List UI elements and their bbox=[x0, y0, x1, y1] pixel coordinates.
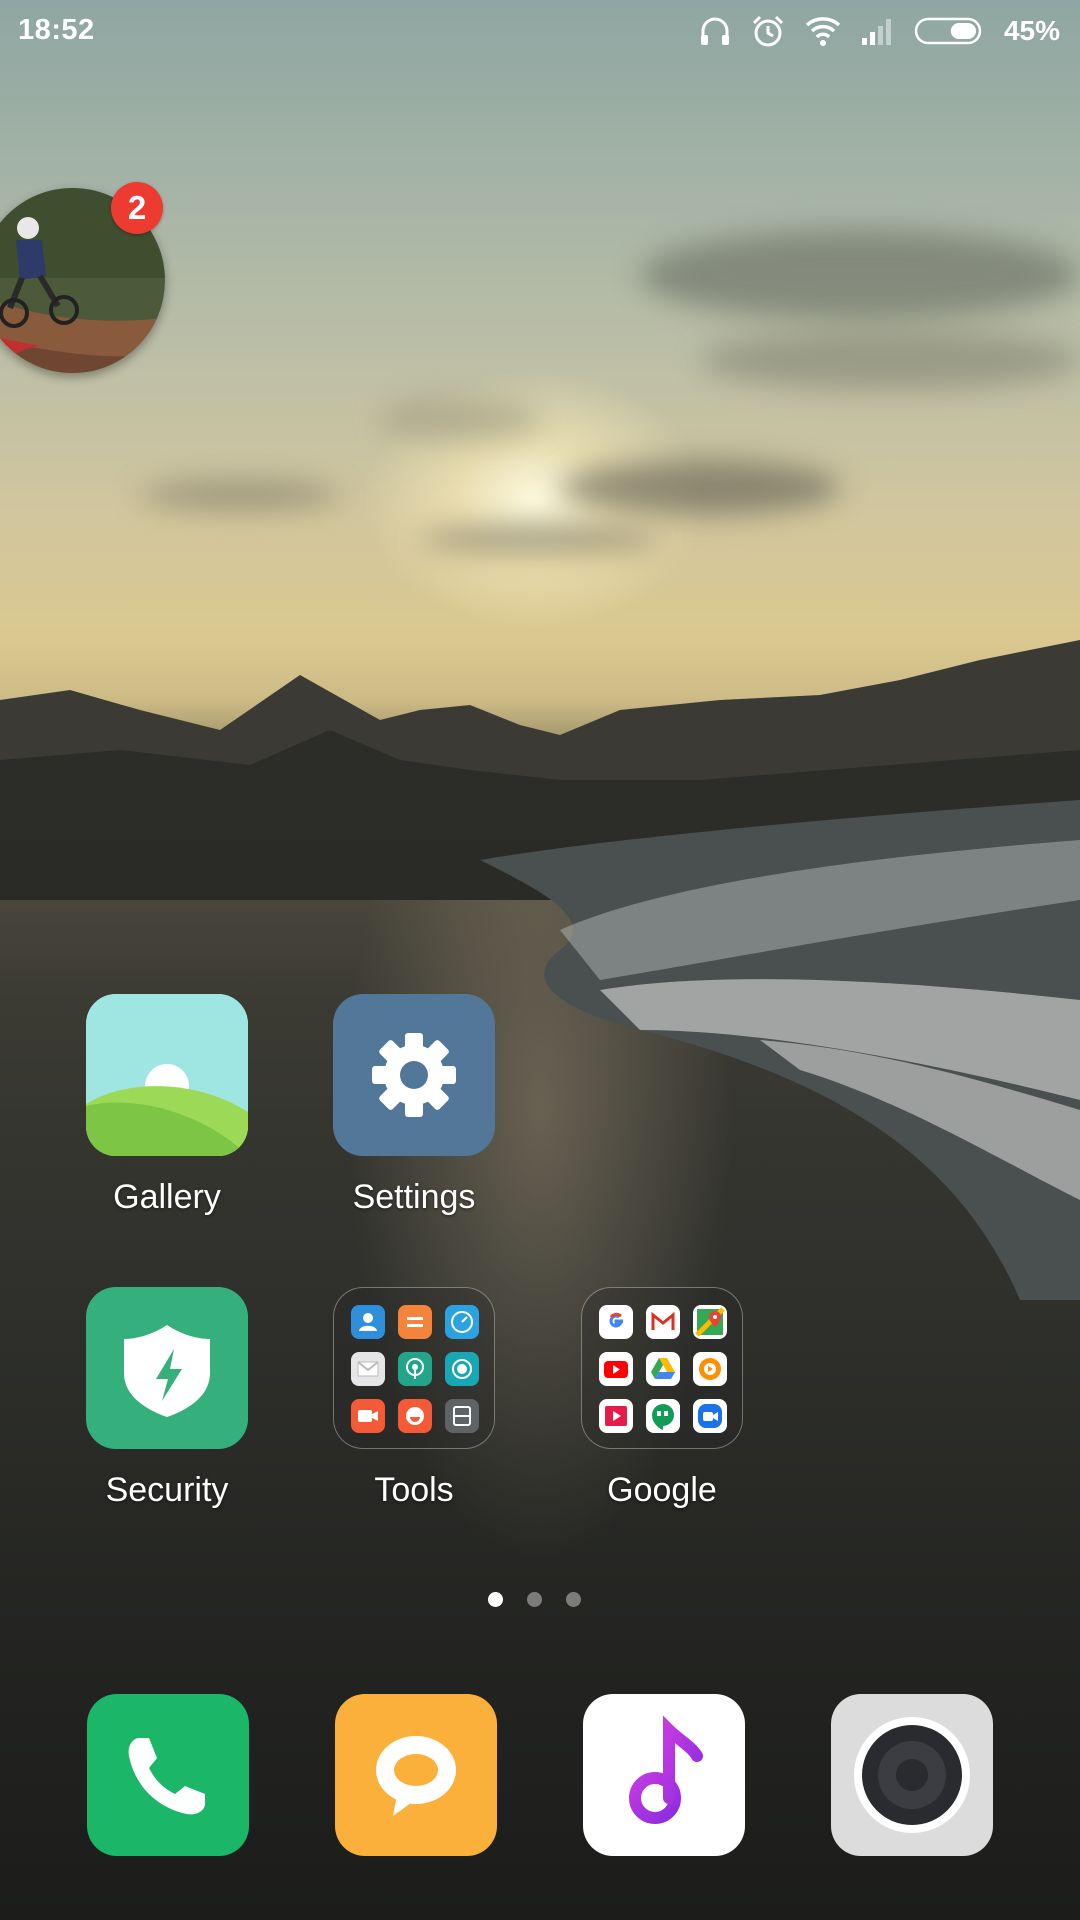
page-dot[interactable] bbox=[488, 1592, 503, 1607]
play-music-icon bbox=[693, 1352, 727, 1386]
gmail-icon bbox=[646, 1305, 680, 1339]
feedback-icon bbox=[398, 1399, 432, 1433]
maps-icon bbox=[693, 1305, 727, 1339]
status-bar: 18:52 45% bbox=[0, 0, 1080, 62]
battery-icon bbox=[914, 17, 982, 45]
youtube-icon bbox=[599, 1352, 633, 1386]
dock-music[interactable] bbox=[583, 1694, 745, 1856]
duo-icon bbox=[693, 1399, 727, 1433]
page-indicator[interactable] bbox=[488, 1592, 581, 1607]
google-icon bbox=[599, 1305, 633, 1339]
folder-icon bbox=[581, 1287, 743, 1449]
mail-icon bbox=[351, 1352, 385, 1386]
notes-icon bbox=[398, 1305, 432, 1339]
battery-percent: 45% bbox=[1003, 15, 1060, 46]
recorder-icon bbox=[445, 1352, 479, 1386]
page-dot[interactable] bbox=[527, 1592, 542, 1607]
radio-icon bbox=[398, 1352, 432, 1386]
page-dot[interactable] bbox=[566, 1592, 581, 1607]
screen-recorder-icon bbox=[351, 1399, 385, 1433]
folder-google[interactable]: Google bbox=[542, 1287, 782, 1510]
phone-icon bbox=[128, 1738, 205, 1815]
app-label: Tools bbox=[374, 1471, 454, 1509]
music-note-icon bbox=[629, 1715, 703, 1824]
shield-bolt-icon bbox=[86, 1287, 248, 1449]
message-bubble-icon bbox=[376, 1736, 456, 1816]
app-settings[interactable]: Settings bbox=[294, 994, 534, 1217]
clock: 18:52 bbox=[18, 14, 95, 46]
signal-icon bbox=[861, 19, 891, 45]
app-label: Settings bbox=[352, 1178, 476, 1216]
app-label: Google bbox=[607, 1471, 717, 1509]
gear-icon bbox=[333, 994, 495, 1156]
hangouts-icon bbox=[646, 1399, 680, 1433]
app-label: Gallery bbox=[113, 1178, 221, 1216]
wifi-icon bbox=[805, 17, 841, 46]
scanner-icon bbox=[445, 1399, 479, 1433]
gallery-icon bbox=[86, 994, 248, 1156]
app-gallery[interactable]: Gallery bbox=[47, 994, 287, 1217]
dock-messaging[interactable] bbox=[335, 1694, 497, 1856]
contacts-icon bbox=[351, 1305, 385, 1339]
app-label: Security bbox=[105, 1471, 229, 1509]
camera-lens-icon bbox=[854, 1717, 970, 1833]
dock-camera[interactable] bbox=[831, 1694, 993, 1856]
folder-icon bbox=[333, 1287, 495, 1449]
headphones-icon bbox=[700, 17, 729, 45]
app-security[interactable]: Security bbox=[47, 1287, 287, 1510]
play-movies-icon bbox=[599, 1399, 633, 1433]
alarm-icon bbox=[752, 15, 784, 47]
dock-phone[interactable] bbox=[87, 1694, 249, 1856]
notification-badge: 2 bbox=[111, 182, 163, 234]
compass-icon bbox=[445, 1305, 479, 1339]
drive-icon bbox=[646, 1352, 680, 1386]
folder-tools[interactable]: Tools bbox=[294, 1287, 534, 1510]
